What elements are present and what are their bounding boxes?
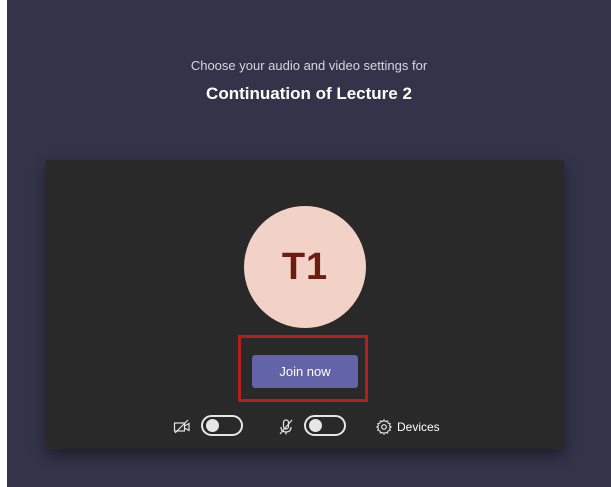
join-now-button[interactable]: Join now bbox=[252, 355, 358, 388]
avatar: T1 bbox=[244, 206, 366, 328]
meeting-title: Continuation of Lecture 2 bbox=[206, 84, 412, 103]
device-controls: Devices bbox=[46, 412, 564, 442]
avatar-initials: T1 bbox=[281, 245, 329, 288]
gear-icon[interactable] bbox=[375, 418, 393, 436]
mic-off-icon bbox=[277, 418, 295, 436]
mic-toggle-knob bbox=[309, 419, 322, 432]
pre-join-screen: Choose your audio and video settings for… bbox=[7, 0, 611, 487]
camera-toggle[interactable] bbox=[201, 415, 243, 436]
mic-toggle[interactable] bbox=[304, 415, 346, 436]
camera-off-icon bbox=[173, 418, 191, 436]
settings-subtitle: Choose your audio and video settings for bbox=[190, 58, 428, 73]
video-preview-panel: T1 Join now Devices bbox=[46, 160, 564, 449]
camera-toggle-knob bbox=[206, 419, 219, 432]
devices-button[interactable]: Devices bbox=[397, 420, 440, 434]
